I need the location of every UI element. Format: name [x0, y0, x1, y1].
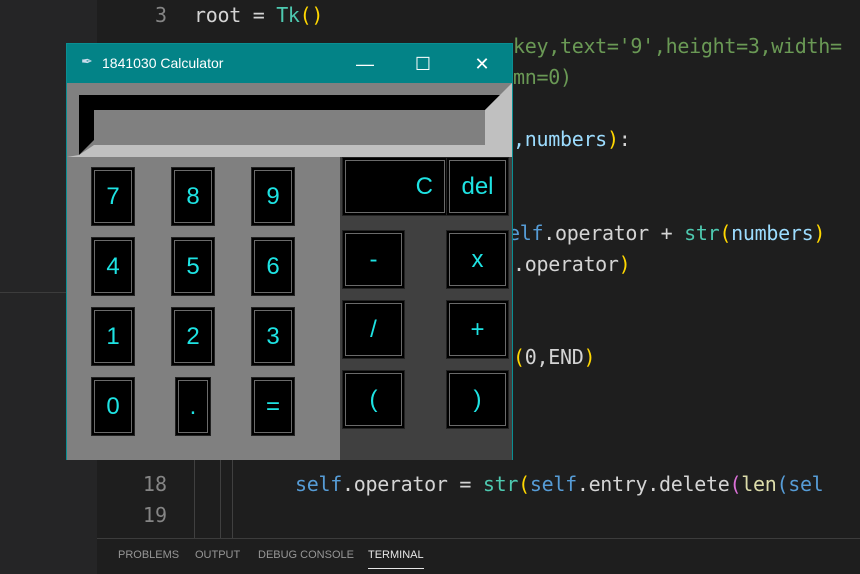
title-bar[interactable]: ✒ 1841030 Calculator — ☐ ✕	[67, 44, 512, 83]
button-1[interactable]: 1	[91, 307, 135, 366]
code-line-5: mn=0)	[513, 65, 572, 89]
code-line-4: key,text='9',height=3,width=	[513, 34, 842, 58]
button-5[interactable]: 5	[171, 237, 215, 296]
bottom-panel: PROBLEMS OUTPUT DEBUG CONSOLE TERMINAL	[97, 538, 860, 574]
button-8[interactable]: 8	[171, 167, 215, 226]
button-decimal[interactable]: .	[175, 377, 211, 436]
indent-guide	[232, 455, 233, 538]
calculator-window: ✒ 1841030 Calculator — ☐ ✕ 7 8 9 4 5 6 1…	[66, 43, 513, 460]
right-paren-button[interactable]: )	[446, 370, 509, 429]
line-number: 19	[142, 503, 167, 527]
code-line-3: root = Tk()	[194, 3, 324, 27]
code-line-9: elf.operator + str(numbers)	[508, 221, 826, 245]
tab-output[interactable]: OUTPUT	[195, 549, 240, 561]
button-6[interactable]: 6	[251, 237, 295, 296]
subtract-button[interactable]: -	[342, 230, 405, 289]
tab-terminal[interactable]: TERMINAL	[368, 549, 424, 569]
indent-guide	[220, 455, 221, 538]
close-button[interactable]: ✕	[462, 50, 502, 78]
feather-icon: ✒	[81, 53, 93, 69]
line-number: 18	[142, 472, 167, 496]
display-entry-frame	[67, 83, 512, 157]
code-line-7: ,numbers):	[513, 127, 631, 151]
window-title: 1841030 Calculator	[102, 55, 224, 71]
divide-button[interactable]: /	[342, 300, 405, 359]
operator-pad: C del - x / + ( )	[340, 157, 512, 460]
display-entry[interactable]	[94, 110, 485, 145]
maximize-button[interactable]: ☐	[403, 50, 443, 78]
multiply-button[interactable]: x	[446, 230, 509, 289]
indent-guide	[194, 455, 195, 538]
code-line-18: self.operator = str(self.entry.delete(le…	[295, 472, 824, 496]
button-0[interactable]: 0	[91, 377, 135, 436]
button-7[interactable]: 7	[91, 167, 135, 226]
button-2[interactable]: 2	[171, 307, 215, 366]
button-4[interactable]: 4	[91, 237, 135, 296]
line-number: 3	[154, 3, 167, 27]
add-button[interactable]: +	[446, 300, 509, 359]
tab-debug-console[interactable]: DEBUG CONSOLE	[258, 549, 354, 561]
code-line-10: .operator)	[513, 252, 631, 276]
minimize-button[interactable]: —	[345, 50, 385, 78]
number-pad: 7 8 9 4 5 6 1 2 3 0 . =	[67, 157, 340, 460]
button-3[interactable]: 3	[251, 307, 295, 366]
code-line-13: (0,END)	[513, 345, 596, 369]
clear-button[interactable]: C	[342, 157, 448, 216]
button-9[interactable]: 9	[251, 167, 295, 226]
tab-problems[interactable]: PROBLEMS	[118, 549, 179, 561]
button-equals[interactable]: =	[251, 377, 295, 436]
delete-button[interactable]: del	[446, 157, 509, 216]
left-paren-button[interactable]: (	[342, 370, 405, 429]
